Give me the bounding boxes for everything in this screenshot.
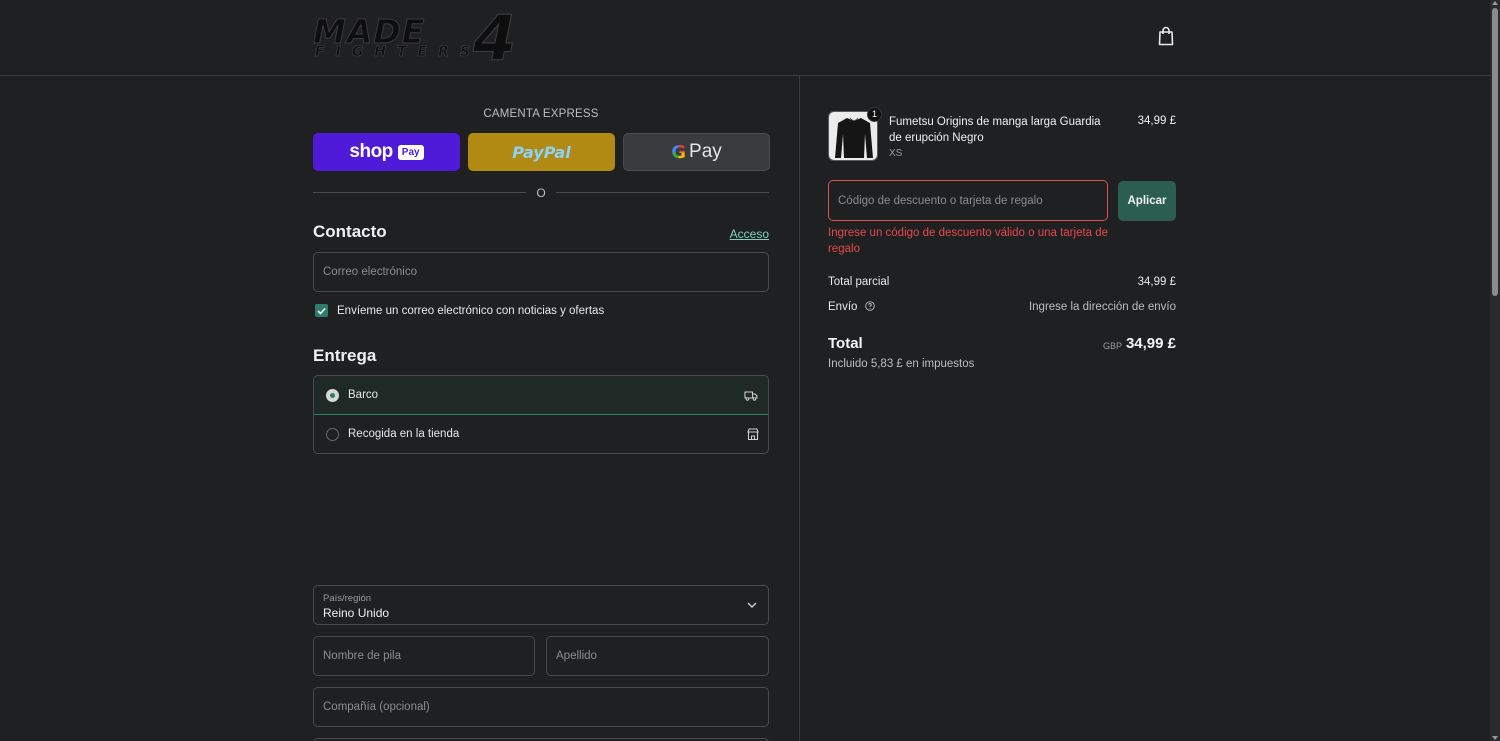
subtotal-label: Total parcial [828, 276, 890, 288]
last-name-placeholder: Apellido [556, 650, 597, 662]
newsletter-label: Envíeme un correo electrónico con notici… [337, 304, 605, 317]
first-name-field[interactable]: Nombre de pila [313, 636, 535, 676]
product-name: Fumetsu Origins de manga larga Guardia d… [889, 116, 1101, 144]
separator-line-left [313, 192, 526, 193]
shopping-bag-icon[interactable] [1157, 26, 1175, 46]
pickup-label: Recogida en la tienda [348, 428, 460, 440]
contact-title: Contacto [313, 222, 387, 241]
ship-radio[interactable] [326, 389, 339, 402]
shop-pay-badge: Pay [397, 144, 424, 160]
email-field[interactable]: Correo electrónico [313, 252, 769, 292]
country-select[interactable]: País/región Reino Unido [313, 585, 769, 625]
delivery-options: Barco Recogida en la tienda [313, 375, 769, 454]
express-checkout-title: CAMENTA EXPRESS [483, 108, 599, 120]
header: MADE FIGHTERS 4 [0, 0, 1490, 76]
last-name-field[interactable]: Apellido [546, 636, 769, 676]
tax-note: Incluido 5,83 £ en impuestos [828, 358, 975, 370]
google-g-icon: G [671, 141, 687, 163]
check-icon [317, 307, 326, 315]
first-name-placeholder: Nombre de pila [323, 650, 401, 662]
product-variant: XS [889, 148, 903, 159]
quantity-badge: 1 [867, 107, 882, 122]
country-value: Reino Unido [323, 606, 390, 620]
scroll-up-arrow[interactable] [1492, 1, 1498, 5]
or-separator: O [313, 186, 769, 200]
paypal-label: PayPal [512, 142, 571, 162]
total-currency: GBP [1102, 341, 1122, 351]
column-divider [799, 76, 800, 741]
pickup-radio[interactable] [326, 428, 339, 441]
subtotal-row: Total parcial 34,99 £ [828, 276, 1176, 288]
shipping-value: Ingrese la dirección de envío [1028, 301, 1176, 313]
country-label: País/región [323, 593, 372, 604]
apply-discount-button[interactable]: Aplicar [1118, 181, 1176, 221]
logo-number: 4 [472, 1, 517, 75]
subtotal-value: 34,99 £ [1137, 276, 1176, 288]
email-placeholder: Correo electrónico [323, 266, 417, 278]
scroll-thumb[interactable] [1492, 8, 1498, 296]
scroll-down-arrow[interactable] [1492, 736, 1498, 740]
delivery-option-pickup[interactable]: Recogida en la tienda [314, 415, 768, 453]
store-logo[interactable]: MADE FIGHTERS 4 [312, 1, 525, 75]
shipping-label: Envío [828, 301, 858, 313]
store-icon [747, 428, 759, 441]
google-pay-label: Pay [689, 141, 722, 162]
company-placeholder: Compañía (opcional) [323, 701, 430, 713]
delivery-option-ship[interactable]: Barco [314, 376, 768, 415]
company-field[interactable]: Compañía (opcional) [313, 687, 769, 727]
total-label: Total [828, 335, 863, 352]
separator-line-right [556, 192, 769, 193]
newsletter-row[interactable]: Envíeme un correo electrónico con notici… [315, 304, 604, 317]
page-scrollbar[interactable] [1490, 0, 1500, 741]
logo-sub-text: FIGHTERS [315, 44, 481, 61]
delivery-title: Entrega [313, 346, 377, 365]
discount-placeholder: Código de descuento o tarjeta de regalo [838, 195, 1043, 207]
shop-pay-label: shop [349, 141, 393, 162]
chevron-down-icon [747, 602, 757, 608]
help-icon[interactable] [864, 301, 875, 311]
discount-code-field[interactable]: Código de descuento o tarjeta de regalo [828, 180, 1108, 221]
shop-pay-button[interactable]: shop Pay [313, 133, 460, 171]
product-price: 34,99 £ [1137, 115, 1176, 127]
truck-icon [744, 391, 758, 401]
discount-error: Ingrese un código de descuento válido o … [828, 227, 1109, 255]
total-value: 34,99 £ [1125, 335, 1176, 352]
ship-label: Barco [348, 389, 379, 401]
login-link[interactable]: Acceso [730, 227, 769, 241]
newsletter-checkbox[interactable] [315, 304, 328, 317]
paypal-button[interactable]: PayPal [468, 133, 615, 171]
or-text: O [536, 186, 546, 200]
google-pay-button[interactable]: G Pay [623, 133, 770, 171]
shipping-row: Envío Ingrese la dirección de envío [828, 301, 1176, 313]
